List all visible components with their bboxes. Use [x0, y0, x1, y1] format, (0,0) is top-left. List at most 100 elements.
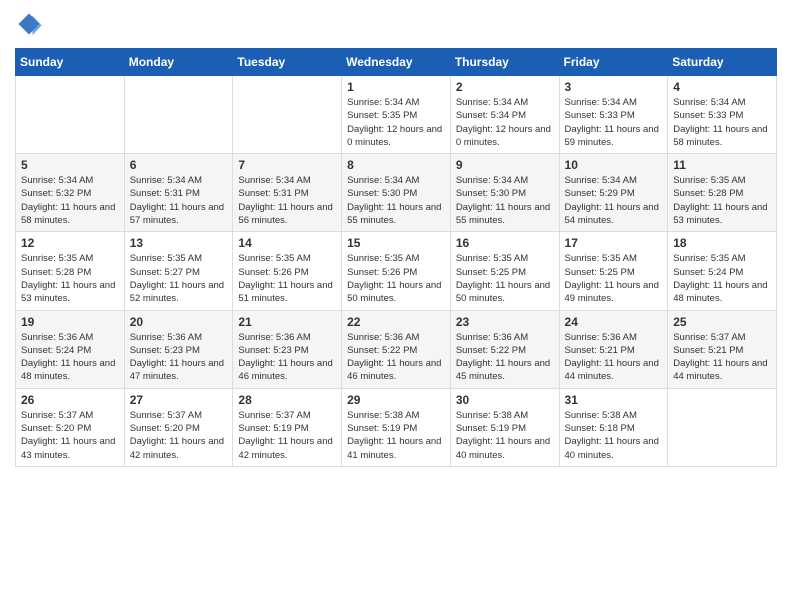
day-info: Sunrise: 5:34 AMSunset: 5:32 PMDaylight:…	[21, 174, 119, 227]
day-info: Sunrise: 5:38 AMSunset: 5:18 PMDaylight:…	[565, 409, 663, 462]
day-number: 23	[456, 315, 554, 329]
calendar-cell: 20 Sunrise: 5:36 AMSunset: 5:23 PMDayligh…	[124, 310, 233, 388]
day-number: 20	[130, 315, 228, 329]
day-info: Sunrise: 5:35 AMSunset: 5:28 PMDaylight:…	[673, 174, 771, 227]
day-info: Sunrise: 5:37 AMSunset: 5:21 PMDaylight:…	[673, 331, 771, 384]
calendar-cell: 1Sunrise: 5:34 AMSunset: 5:35 PMDaylight…	[342, 76, 451, 154]
day-info: Sunrise: 5:36 AMSunset: 5:22 PMDaylight:…	[347, 331, 445, 384]
day-info: Sunrise: 5:34 AMSunset: 5:31 PMDaylight:…	[130, 174, 228, 227]
day-number: 22	[347, 315, 445, 329]
calendar-cell: 13 Sunrise: 5:35 AMSunset: 5:27 PMDayligh…	[124, 232, 233, 310]
calendar-cell: 26 Sunrise: 5:37 AMSunset: 5:20 PMDayligh…	[16, 388, 125, 466]
day-info: Sunrise: 5:34 AMSunset: 5:31 PMDaylight:…	[238, 174, 336, 227]
calendar-week-0: 1Sunrise: 5:34 AMSunset: 5:35 PMDaylight…	[16, 76, 777, 154]
day-info: Sunrise: 5:34 AMSunset: 5:34 PMDaylight:…	[456, 96, 554, 149]
day-info: Sunrise: 5:34 AMSunset: 5:33 PMDaylight:…	[673, 96, 771, 149]
day-info: Sunrise: 5:35 AMSunset: 5:28 PMDaylight:…	[21, 252, 119, 305]
day-number: 12	[21, 236, 119, 250]
calendar-cell: 3 Sunrise: 5:34 AMSunset: 5:33 PMDaylight…	[559, 76, 668, 154]
day-number: 27	[130, 393, 228, 407]
day-number: 31	[565, 393, 663, 407]
day-number: 26	[21, 393, 119, 407]
day-number: 10	[565, 158, 663, 172]
day-number: 28	[238, 393, 336, 407]
day-number: 3	[565, 80, 663, 94]
calendar-cell: 21 Sunrise: 5:36 AMSunset: 5:23 PMDayligh…	[233, 310, 342, 388]
day-number: 4	[673, 80, 771, 94]
weekday-header-friday: Friday	[559, 49, 668, 76]
calendar-cell: 28 Sunrise: 5:37 AMSunset: 5:19 PMDayligh…	[233, 388, 342, 466]
day-number: 21	[238, 315, 336, 329]
weekday-header-monday: Monday	[124, 49, 233, 76]
calendar-cell: 8Sunrise: 5:34 AMSunset: 5:30 PMDaylight…	[342, 154, 451, 232]
day-info: Sunrise: 5:36 AMSunset: 5:23 PMDaylight:…	[238, 331, 336, 384]
calendar-cell: 30 Sunrise: 5:38 AMSunset: 5:19 PMDayligh…	[450, 388, 559, 466]
day-number: 18	[673, 236, 771, 250]
day-info: Sunrise: 5:35 AMSunset: 5:27 PMDaylight:…	[130, 252, 228, 305]
calendar-cell: 19 Sunrise: 5:36 AMSunset: 5:24 PMDayligh…	[16, 310, 125, 388]
day-number: 1	[347, 80, 445, 94]
calendar-cell: 29 Sunrise: 5:38 AMSunset: 5:19 PMDayligh…	[342, 388, 451, 466]
day-info: Sunrise: 5:37 AMSunset: 5:20 PMDaylight:…	[21, 409, 119, 462]
weekday-header-sunday: Sunday	[16, 49, 125, 76]
calendar-cell: 25 Sunrise: 5:37 AMSunset: 5:21 PMDayligh…	[668, 310, 777, 388]
day-info: Sunrise: 5:36 AMSunset: 5:21 PMDaylight:…	[565, 331, 663, 384]
calendar-cell: 4 Sunrise: 5:34 AMSunset: 5:33 PMDaylight…	[668, 76, 777, 154]
calendar-cell: 27 Sunrise: 5:37 AMSunset: 5:20 PMDayligh…	[124, 388, 233, 466]
day-number: 16	[456, 236, 554, 250]
day-info: Sunrise: 5:37 AMSunset: 5:19 PMDaylight:…	[238, 409, 336, 462]
day-info: Sunrise: 5:34 AMSunset: 5:29 PMDaylight:…	[565, 174, 663, 227]
logo	[15, 10, 48, 38]
day-number: 30	[456, 393, 554, 407]
day-number: 25	[673, 315, 771, 329]
calendar-week-3: 19 Sunrise: 5:36 AMSunset: 5:24 PMDayligh…	[16, 310, 777, 388]
day-number: 6	[130, 158, 228, 172]
calendar-cell	[233, 76, 342, 154]
day-number: 11	[673, 158, 771, 172]
calendar-cell: 23 Sunrise: 5:36 AMSunset: 5:22 PMDayligh…	[450, 310, 559, 388]
day-number: 17	[565, 236, 663, 250]
page-container: SundayMondayTuesdayWednesdayThursdayFrid…	[0, 0, 792, 477]
day-number: 7	[238, 158, 336, 172]
calendar-week-2: 12 Sunrise: 5:35 AMSunset: 5:28 PMDayligh…	[16, 232, 777, 310]
weekday-header-saturday: Saturday	[668, 49, 777, 76]
calendar-cell: 31 Sunrise: 5:38 AMSunset: 5:18 PMDayligh…	[559, 388, 668, 466]
calendar-cell: 9 Sunrise: 5:34 AMSunset: 5:30 PMDaylight…	[450, 154, 559, 232]
calendar-cell: 10 Sunrise: 5:34 AMSunset: 5:29 PMDayligh…	[559, 154, 668, 232]
calendar-cell: 22 Sunrise: 5:36 AMSunset: 5:22 PMDayligh…	[342, 310, 451, 388]
calendar-cell: 17Sunrise: 5:35 AMSunset: 5:25 PMDayligh…	[559, 232, 668, 310]
logo-icon	[15, 10, 43, 38]
day-number: 9	[456, 158, 554, 172]
day-number: 13	[130, 236, 228, 250]
calendar-cell: 16Sunrise: 5:35 AMSunset: 5:25 PMDayligh…	[450, 232, 559, 310]
day-info: Sunrise: 5:37 AMSunset: 5:20 PMDaylight:…	[130, 409, 228, 462]
day-info: Sunrise: 5:36 AMSunset: 5:23 PMDaylight:…	[130, 331, 228, 384]
day-info: Sunrise: 5:38 AMSunset: 5:19 PMDaylight:…	[347, 409, 445, 462]
day-info: Sunrise: 5:34 AMSunset: 5:33 PMDaylight:…	[565, 96, 663, 149]
day-info: Sunrise: 5:35 AMSunset: 5:24 PMDaylight:…	[673, 252, 771, 305]
calendar-table: SundayMondayTuesdayWednesdayThursdayFrid…	[15, 48, 777, 467]
calendar-cell: 14 Sunrise: 5:35 AMSunset: 5:26 PMDayligh…	[233, 232, 342, 310]
calendar-cell: 2Sunrise: 5:34 AMSunset: 5:34 PMDaylight…	[450, 76, 559, 154]
day-number: 5	[21, 158, 119, 172]
weekday-header-tuesday: Tuesday	[233, 49, 342, 76]
calendar-cell: 6 Sunrise: 5:34 AMSunset: 5:31 PMDaylight…	[124, 154, 233, 232]
calendar-cell: 24Sunrise: 5:36 AMSunset: 5:21 PMDayligh…	[559, 310, 668, 388]
calendar-cell: 15Sunrise: 5:35 AMSunset: 5:26 PMDayligh…	[342, 232, 451, 310]
weekday-header-wednesday: Wednesday	[342, 49, 451, 76]
day-info: Sunrise: 5:34 AMSunset: 5:30 PMDaylight:…	[456, 174, 554, 227]
calendar-cell	[16, 76, 125, 154]
day-info: Sunrise: 5:36 AMSunset: 5:24 PMDaylight:…	[21, 331, 119, 384]
day-info: Sunrise: 5:38 AMSunset: 5:19 PMDaylight:…	[456, 409, 554, 462]
weekday-header-row: SundayMondayTuesdayWednesdayThursdayFrid…	[16, 49, 777, 76]
day-info: Sunrise: 5:36 AMSunset: 5:22 PMDaylight:…	[456, 331, 554, 384]
calendar-cell: 5 Sunrise: 5:34 AMSunset: 5:32 PMDaylight…	[16, 154, 125, 232]
calendar-cell	[668, 388, 777, 466]
day-number: 14	[238, 236, 336, 250]
day-number: 15	[347, 236, 445, 250]
day-number: 19	[21, 315, 119, 329]
calendar-cell: 18 Sunrise: 5:35 AMSunset: 5:24 PMDayligh…	[668, 232, 777, 310]
day-number: 29	[347, 393, 445, 407]
calendar-cell	[124, 76, 233, 154]
day-info: Sunrise: 5:35 AMSunset: 5:26 PMDaylight:…	[238, 252, 336, 305]
